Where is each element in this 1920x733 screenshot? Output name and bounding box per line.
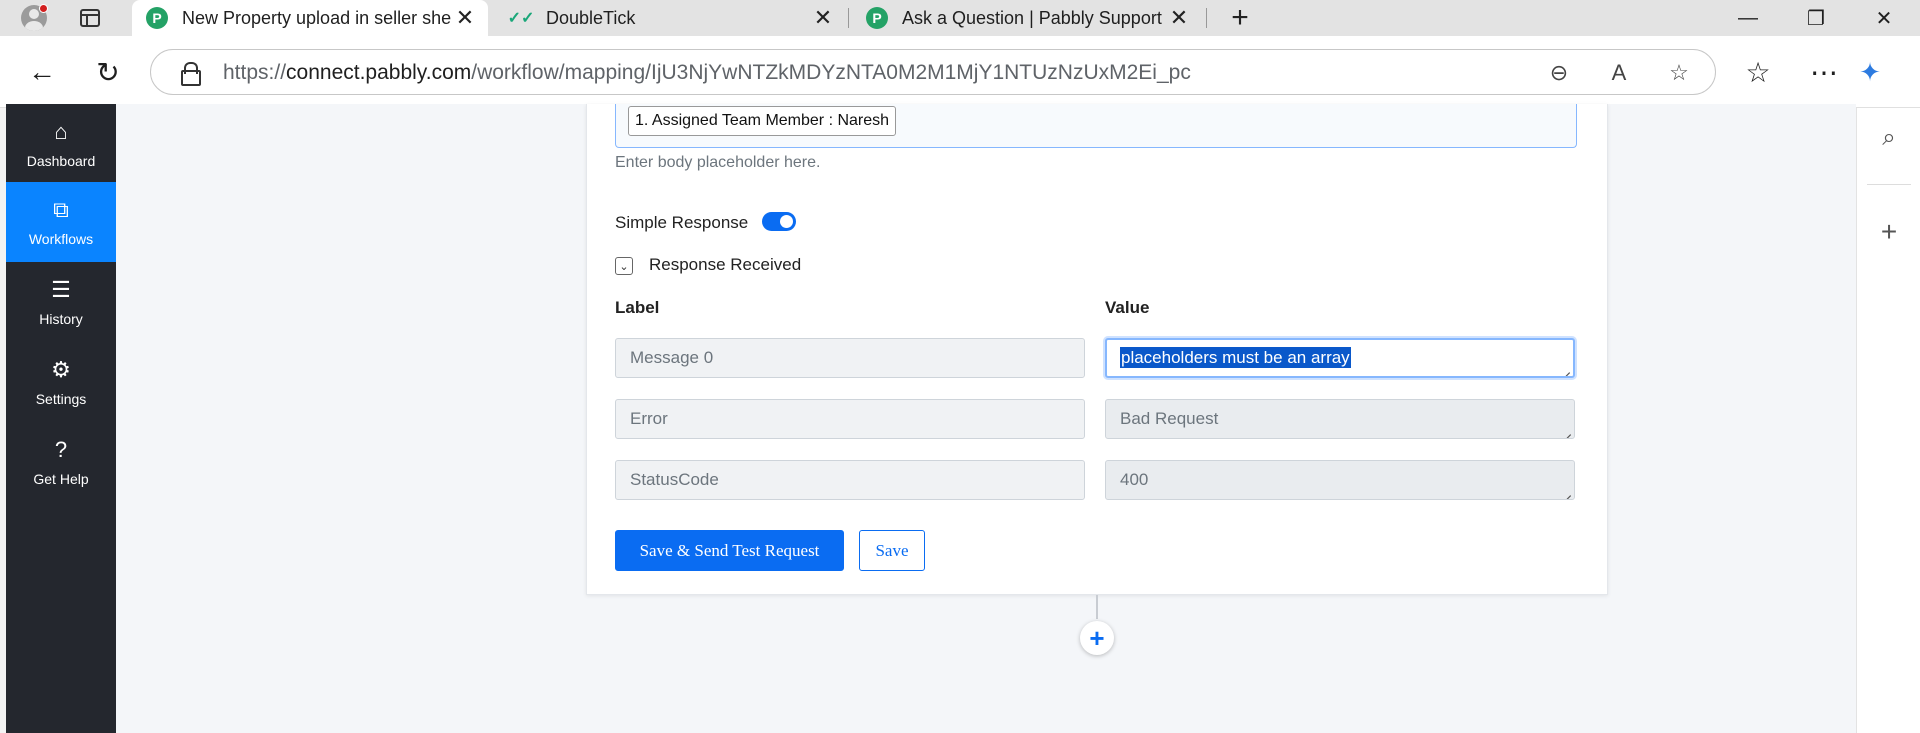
restore-icon[interactable]: ❐ xyxy=(1786,0,1846,36)
tab-title: DoubleTick xyxy=(546,7,636,28)
tab-actions-icon[interactable] xyxy=(76,4,104,32)
nav-get-help[interactable]: ? Get Help xyxy=(6,422,116,502)
workflows-icon: ⧉ xyxy=(53,197,69,222)
resize-handle-icon[interactable] xyxy=(1561,425,1571,435)
add-step-icon[interactable]: + xyxy=(1080,621,1114,655)
tab-title: New Property upload in seller she xyxy=(182,7,452,28)
nav-label: Dashboard xyxy=(26,153,96,169)
tab-pabbly-support[interactable]: P Ask a Question | Pabbly Support ✕ xyxy=(852,0,1202,36)
body-placeholder-input[interactable]: 1. Assigned Team Member : Naresh xyxy=(615,104,1577,148)
doubletick-icon: ✓✓ xyxy=(507,10,535,27)
tab-title: Ask a Question | Pabbly Support xyxy=(902,7,1162,28)
zoom-out-icon[interactable]: ⊖ xyxy=(1544,58,1574,88)
response-received-label: Response Received xyxy=(649,255,802,274)
nav-label: Workflows xyxy=(28,231,94,247)
nav-workflows[interactable]: ⧉ Workflows xyxy=(6,182,116,262)
nav-label: Settings xyxy=(35,391,87,407)
home-icon: ⌂ xyxy=(54,119,68,144)
help-icon: ? xyxy=(54,437,68,462)
field-text: 400 xyxy=(1120,470,1149,489)
close-tab-icon[interactable]: ✕ xyxy=(1166,5,1192,31)
browser-toolbar: ← ↻ https://connect.pabbly.com/workflow/… xyxy=(0,36,1920,108)
notification-dot xyxy=(39,4,48,13)
nav-settings[interactable]: ⚙ Settings xyxy=(6,342,116,422)
response-label-field[interactable]: Message 0 xyxy=(615,338,1085,378)
add-icon[interactable]: + xyxy=(1871,214,1907,250)
nav-history[interactable]: ☰ History xyxy=(6,262,116,342)
response-label-field[interactable]: Error xyxy=(615,399,1085,439)
favorites-icon[interactable]: ☆ xyxy=(1738,52,1778,92)
tab-separator xyxy=(1206,8,1207,28)
save-button[interactable]: Save xyxy=(859,530,925,571)
response-value-field[interactable]: 400 xyxy=(1105,460,1575,500)
lock-icon[interactable] xyxy=(181,62,201,86)
nav-label: History xyxy=(39,311,83,327)
gear-icon: ⚙ xyxy=(51,357,71,382)
pabbly-icon: P xyxy=(146,7,168,29)
read-aloud-icon[interactable]: A xyxy=(1604,58,1634,88)
save-and-send-test-request-button[interactable]: Save & Send Test Request xyxy=(615,530,844,571)
new-tab-icon[interactable]: + xyxy=(1224,1,1256,34)
resize-handle-icon[interactable] xyxy=(1560,363,1570,373)
search-icon[interactable]: ⌕ xyxy=(1871,120,1907,156)
workflow-canvas: 1. Assigned Team Member : Naresh Enter b… xyxy=(116,104,1856,733)
value-column-header: Value xyxy=(1105,298,1150,317)
pabbly-icon: P xyxy=(866,7,888,29)
selected-text: placeholders must be an array xyxy=(1120,347,1351,368)
resize-handle-icon[interactable] xyxy=(1561,486,1571,496)
divider xyxy=(1867,184,1911,185)
url-text[interactable]: https://connect.pabbly.com/workflow/mapp… xyxy=(223,61,1191,85)
tab-pabbly-workflow[interactable]: P New Property upload in seller she ✕ xyxy=(132,0,488,36)
favorite-star-icon[interactable]: ☆ xyxy=(1664,58,1694,88)
nav-label: Get Help xyxy=(33,471,89,487)
history-icon: ☰ xyxy=(51,277,71,302)
app-sidebar: ⌂ Dashboard ⧉ Workflows ☰ History ⚙ Sett… xyxy=(6,104,116,733)
response-value-field[interactable]: Bad Request xyxy=(1105,399,1575,439)
response-label-field[interactable]: StatusCode xyxy=(615,460,1085,500)
tab-doubletick[interactable]: ✓✓ DoubleTick ✕ xyxy=(496,0,846,36)
mapped-field-chip[interactable]: 1. Assigned Team Member : Naresh xyxy=(628,106,897,136)
close-tab-icon[interactable]: ✕ xyxy=(452,5,478,31)
browser-tab-strip: P New Property upload in seller she ✕ ✓✓… xyxy=(0,0,1920,36)
simple-response-toggle[interactable] xyxy=(762,212,796,231)
browser-side-panel: ⌕ + xyxy=(1856,108,1920,733)
nav-dashboard[interactable]: ⌂ Dashboard xyxy=(6,104,116,184)
more-menu-icon[interactable]: ⋯ xyxy=(1804,52,1844,92)
refresh-icon[interactable]: ↻ xyxy=(88,52,128,92)
close-window-icon[interactable]: ✕ xyxy=(1854,0,1914,36)
body-placeholder-hint: Enter body placeholder here. xyxy=(615,154,821,171)
response-value-field[interactable]: placeholders must be an array xyxy=(1105,338,1575,378)
tab-separator xyxy=(848,8,849,28)
step-connector-line xyxy=(1096,595,1098,619)
minimize-icon[interactable]: — xyxy=(1718,0,1778,36)
field-text: Bad Request xyxy=(1120,409,1219,428)
copilot-icon[interactable]: ✦ xyxy=(1850,52,1890,92)
back-arrow-icon[interactable]: ← xyxy=(22,52,62,92)
close-tab-icon[interactable]: ✕ xyxy=(810,5,836,31)
response-received-collapse-icon[interactable]: ⌄ xyxy=(615,257,633,275)
simple-response-label: Simple Response xyxy=(615,213,749,232)
action-step-card: 1. Assigned Team Member : Naresh Enter b… xyxy=(586,104,1608,595)
label-column-header: Label xyxy=(615,298,660,317)
profile-button[interactable] xyxy=(20,4,48,32)
address-bar[interactable]: https://connect.pabbly.com/workflow/mapp… xyxy=(150,49,1716,95)
